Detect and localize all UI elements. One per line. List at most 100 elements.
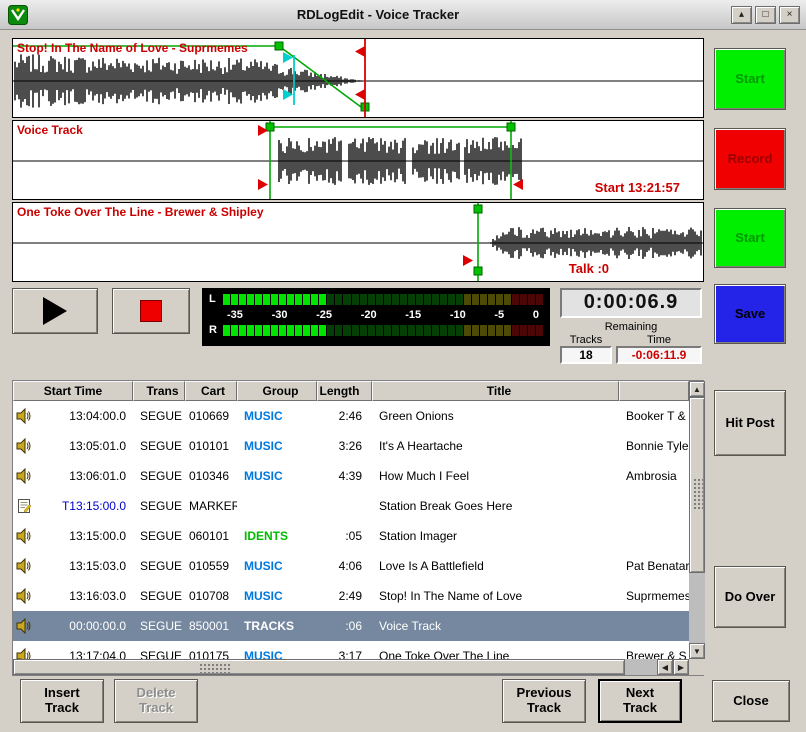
close-icon[interactable]: × <box>779 6 800 24</box>
track-title: One Toke Over The Line - Brewer & Shiple… <box>17 205 264 219</box>
delete-track-button[interactable]: Delete Track <box>114 679 198 723</box>
meter-segment <box>295 294 302 305</box>
column-header-group[interactable]: Group <box>237 381 317 401</box>
tracks-remaining-value: 18 <box>560 346 612 364</box>
meter-segment <box>440 294 447 305</box>
meter-segment <box>360 325 367 336</box>
meter-segment <box>343 294 350 305</box>
cell-group: MUSIC <box>237 559 317 573</box>
table-row[interactable]: 13:04:00.0SEGUE010669MUSIC2:46Green Onio… <box>13 401 689 431</box>
do-over-button[interactable]: Do Over <box>714 566 786 628</box>
start-outgoing-button[interactable]: Start <box>714 48 786 110</box>
meter-segment <box>223 294 230 305</box>
column-header-trans[interactable]: Trans <box>133 381 185 401</box>
waveform-track-outgoing[interactable]: Stop! In The Name of Love - Suprmemes <box>12 38 704 118</box>
column-header-cart[interactable]: Cart <box>185 381 237 401</box>
cell-cart: 010101 <box>185 439 237 453</box>
meter-segment <box>528 294 535 305</box>
meter-segment <box>263 325 270 336</box>
cell-title: Station Imager <box>372 529 619 543</box>
meter-segment <box>319 294 326 305</box>
table-row[interactable]: T13:15:00.0SEGUEMARKERStation Break Goes… <box>13 491 689 521</box>
meter-segment <box>255 325 262 336</box>
table-row[interactable]: 13:17:04.0SEGUE010175MUSIC3:17One Toke O… <box>13 641 689 659</box>
cell-title: One Toke Over The Line <box>372 649 619 659</box>
vertical-scrollbar[interactable]: ▲ ▼ <box>689 381 705 659</box>
hit-post-button[interactable]: Hit Post <box>714 390 786 456</box>
titlebar[interactable]: RDLogEdit - Voice Tracker ▴ □ × <box>0 0 806 30</box>
meter-segment <box>311 325 318 336</box>
cell-group: MUSIC <box>237 469 317 483</box>
meter-scale-label: 0 <box>533 309 539 321</box>
table-header-row: Start TimeTransCartGroupLengthTitle <box>13 381 689 401</box>
meter-segment <box>376 325 383 336</box>
previous-track-button[interactable]: Previous Track <box>502 679 586 723</box>
meter-segment <box>352 294 359 305</box>
meter-left-row <box>223 293 543 306</box>
stop-button[interactable] <box>112 288 190 334</box>
shade-icon[interactable]: ▴ <box>731 6 752 24</box>
bottom-button-bar: Insert Track Delete Track Previous Track… <box>0 676 806 732</box>
meter-scale-label: -35 <box>227 309 243 321</box>
meter-segment <box>456 294 463 305</box>
table-row[interactable]: 13:05:01.0SEGUE010101MUSIC3:26It's A Hea… <box>13 431 689 461</box>
cell-start-time: T13:15:00.0 <box>13 498 133 514</box>
cell-length: 3:26 <box>317 439 372 453</box>
cell-group: TRACKS <box>237 619 317 633</box>
waveform-track-voice[interactable]: Voice Track Start 13:21:57 <box>12 120 704 200</box>
save-button[interactable]: Save <box>714 284 786 344</box>
column-header-title[interactable]: Title <box>372 381 619 401</box>
close-button[interactable]: Close <box>712 680 790 722</box>
vertical-scrollbar-thumb[interactable] <box>689 397 705 573</box>
meter-segment <box>424 294 431 305</box>
thumb-grip <box>693 478 703 510</box>
meter-right-row <box>223 324 543 337</box>
horizontal-scrollbar-groove[interactable] <box>625 659 657 675</box>
start-incoming-button[interactable]: Start <box>714 208 786 268</box>
maximize-icon[interactable]: □ <box>755 6 776 24</box>
cell-start-time: 13:15:00.0 <box>13 528 133 544</box>
horizontal-scrollbar-thumb[interactable] <box>13 659 625 675</box>
cell-start-time: 13:16:03.0 <box>13 588 133 604</box>
scroll-right-icon[interactable]: ▶ <box>673 659 689 675</box>
table-row[interactable]: 13:15:00.0SEGUE060101IDENTS:05Station Im… <box>13 521 689 551</box>
scroll-left-icon[interactable]: ◀ <box>657 659 673 675</box>
meter-segment <box>488 325 495 336</box>
table-row[interactable]: 13:06:01.0SEGUE010346MUSIC4:39How Much I… <box>13 461 689 491</box>
meter-segment <box>335 325 342 336</box>
speaker-icon <box>16 588 32 604</box>
play-button[interactable] <box>12 288 98 334</box>
meter-segment <box>480 294 487 305</box>
meter-segment <box>424 325 431 336</box>
meter-segment <box>239 325 246 336</box>
record-button[interactable]: Record <box>714 128 786 190</box>
waveform-track-incoming[interactable]: One Toke Over The Line - Brewer & Shiple… <box>12 202 704 282</box>
meter-segment <box>271 294 278 305</box>
cell-cart: 060101 <box>185 529 237 543</box>
next-track-button[interactable]: Next Track <box>598 679 682 723</box>
table-row[interactable]: 13:16:03.0SEGUE010708MUSIC2:49Stop! In T… <box>13 581 689 611</box>
meter-segment <box>295 325 302 336</box>
meter-segment <box>408 294 415 305</box>
meter-segment <box>536 294 543 305</box>
meter-segment <box>456 325 463 336</box>
cell-title: Green Onions <box>372 409 619 423</box>
meter-segment <box>231 294 238 305</box>
scroll-up-icon[interactable]: ▲ <box>689 381 705 397</box>
clock-block: 0:00:06.9 Remaining Tracks Time 18 -0:06… <box>560 288 702 364</box>
scroll-down-icon[interactable]: ▼ <box>689 643 705 659</box>
column-header-artist[interactable] <box>619 381 689 401</box>
meter-segment <box>271 325 278 336</box>
column-header-start-time[interactable]: Start Time <box>13 381 133 401</box>
track-title: Stop! In The Name of Love - Suprmemes <box>17 41 248 55</box>
cell-trans: SEGUE <box>133 499 185 513</box>
table-row[interactable]: 13:15:03.0SEGUE010559MUSIC4:06Love Is A … <box>13 551 689 581</box>
scrollbar-corner <box>689 659 705 675</box>
cell-title: It's A Heartache <box>372 439 619 453</box>
insert-track-button[interactable]: Insert Track <box>20 679 104 723</box>
table-row[interactable]: 00:00:00.0SEGUE850001TRACKS:06Voice Trac… <box>13 611 689 641</box>
horizontal-scrollbar[interactable]: ◀ ▶ <box>13 659 689 675</box>
column-header-length[interactable]: Length <box>317 381 372 401</box>
cell-trans: SEGUE <box>133 409 185 423</box>
meter-segment <box>432 325 439 336</box>
